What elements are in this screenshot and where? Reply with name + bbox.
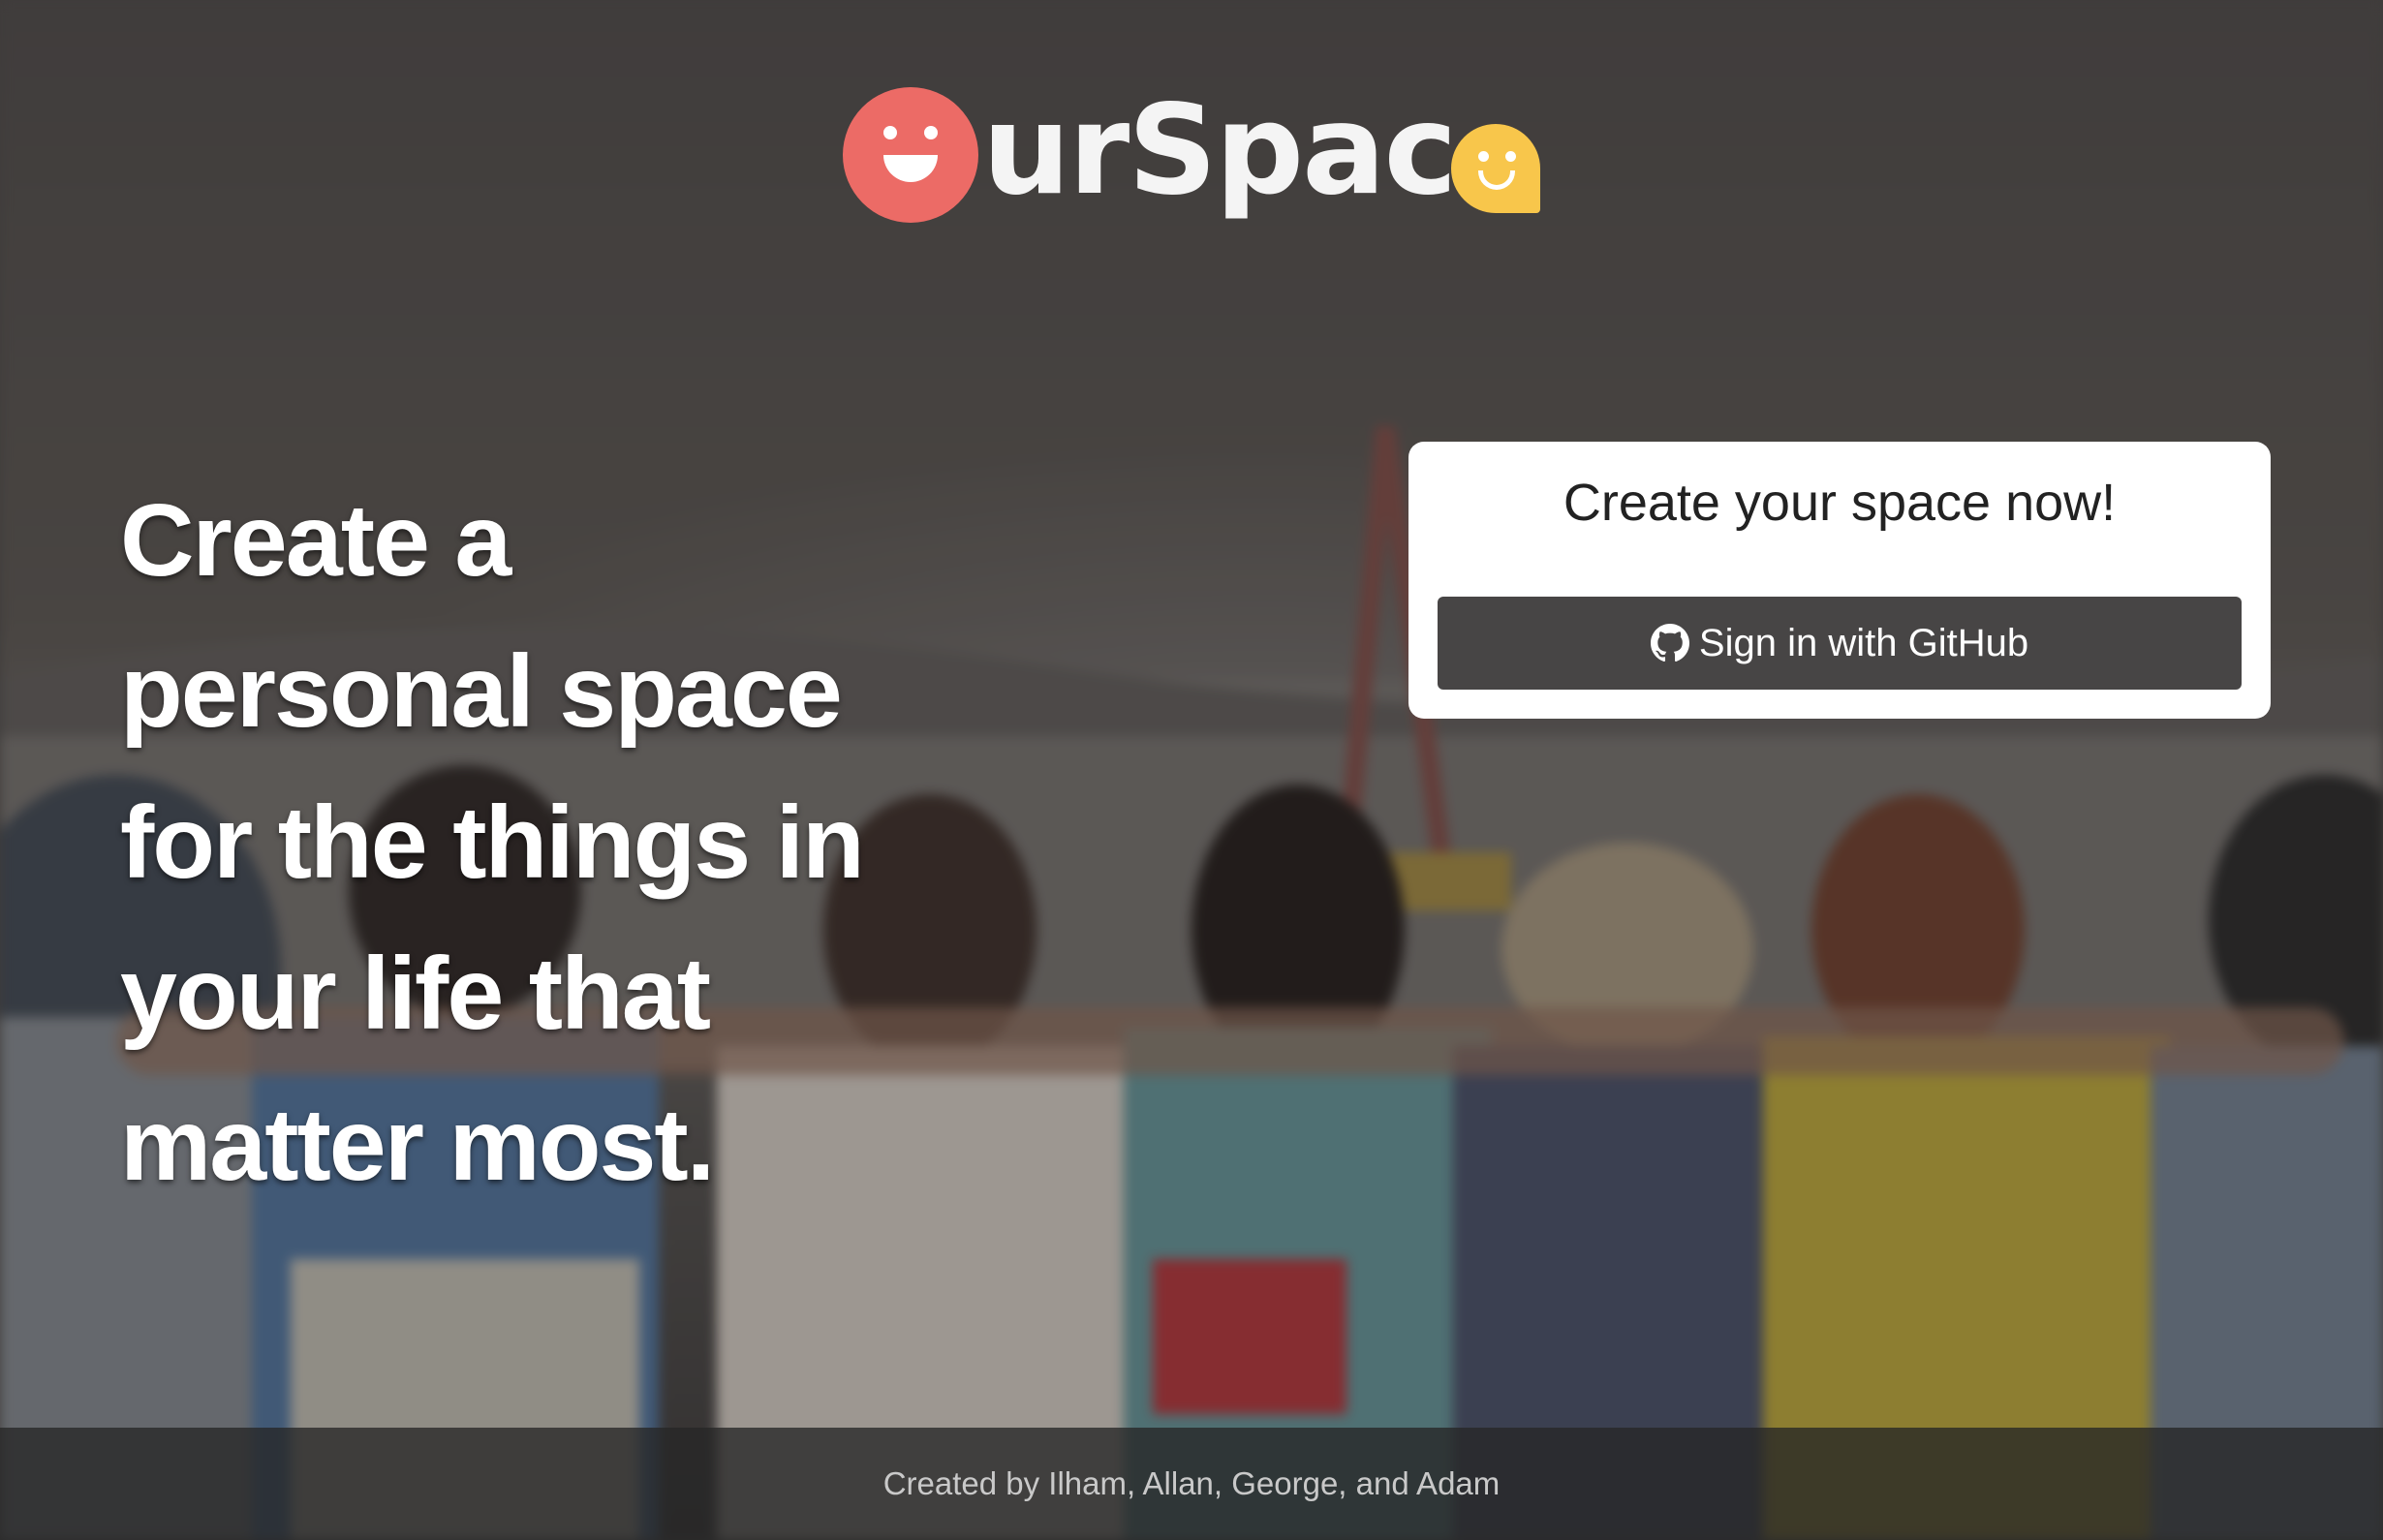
smiley-face-icon bbox=[843, 87, 978, 223]
ourspace-logo[interactable]: urSpac bbox=[843, 73, 1541, 237]
smiley-chat-bubble-icon bbox=[1451, 124, 1548, 213]
hero-line: your life that bbox=[120, 937, 711, 1051]
hero-headline: Create a personal space for the things i… bbox=[120, 465, 992, 1220]
github-signin-button[interactable]: Sign in with GitHub bbox=[1438, 597, 2242, 690]
hero-line: for the things in bbox=[120, 785, 865, 900]
card-title: Create your space now! bbox=[1563, 474, 2117, 532]
footer-credits: Created by Ilham, Allan, George, and Ada… bbox=[882, 1465, 1501, 1501]
logo-text: urSpac bbox=[982, 78, 1457, 223]
landing-page: urSpac Create a personal space for the t… bbox=[0, 0, 2383, 1540]
footer: Created by Ilham, Allan, George, and Ada… bbox=[0, 1428, 2383, 1540]
hero-line: matter most. bbox=[120, 1088, 715, 1202]
github-icon bbox=[1650, 624, 1689, 662]
signup-card: Create your space now! Sign in with GitH… bbox=[1408, 442, 2271, 719]
github-signin-label: Sign in with GitHub bbox=[1698, 621, 2029, 664]
hero-line: personal space bbox=[120, 634, 843, 749]
hero-line: Create a bbox=[120, 483, 511, 598]
